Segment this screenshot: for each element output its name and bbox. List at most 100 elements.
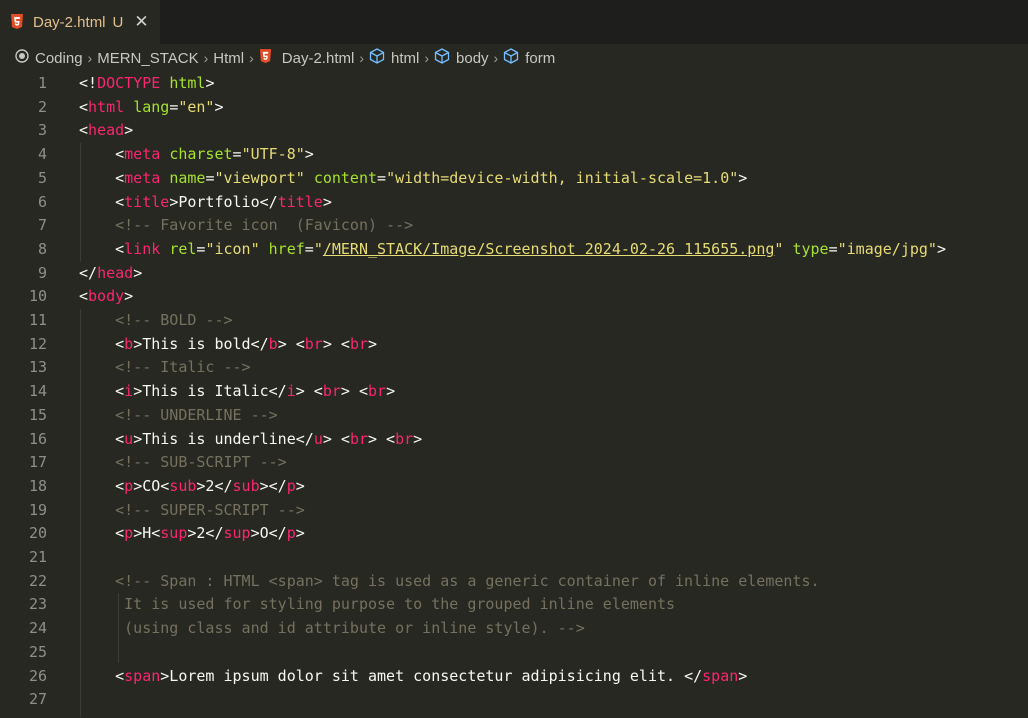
code-content: <meta charset="UTF-8"> (79, 143, 314, 167)
line-number: 1 (37, 74, 47, 92)
code-line[interactable]: 27 (0, 688, 1028, 712)
code-tag: sub (169, 476, 197, 495)
code-content: <link rel="icon" href="/MERN_STACK/Image… (79, 238, 946, 262)
close-icon[interactable]: ✕ (134, 12, 148, 32)
breadcrumb-label: form (525, 49, 556, 67)
line-number: 19 (28, 500, 47, 519)
breadcrumb-item-html-folder[interactable]: Html (213, 50, 244, 67)
code-line[interactable]: 9 </head> (0, 262, 1028, 286)
code-line[interactable]: 21 (0, 546, 1028, 570)
breadcrumb-item-mern-stack[interactable]: MERN_STACK (97, 50, 198, 67)
line-number: 20 (28, 524, 47, 543)
code-line[interactable]: 15 <!-- UNDERLINE --> (0, 404, 1028, 428)
code-line[interactable]: 18 <p>CO<sub>2</sub></p> (0, 475, 1028, 499)
code-tag: meta (124, 145, 161, 164)
code-comment: <!-- Favorite icon (Favicon) --> (79, 216, 414, 235)
line-number: 14 (28, 382, 47, 401)
code-tag: sup (223, 524, 251, 543)
code-string: "UTF-8" (241, 145, 305, 164)
code-tag: sup (160, 524, 188, 543)
cube-icon (369, 48, 385, 68)
breadcrumb-item-coding[interactable]: Coding (15, 49, 83, 67)
code-tag: i (124, 382, 134, 401)
line-number: 9 (37, 263, 47, 282)
code-text: < (79, 334, 125, 353)
line-number: 11 (28, 311, 47, 329)
code-line[interactable]: 16 <u>This is underline</u> <br> <br> (0, 428, 1028, 452)
code-tag: head (88, 121, 125, 140)
code-editor[interactable]: 1 <!DOCTYPE html> 2 <html lang="en"> 3 <head>… (0, 72, 1028, 718)
code-text: < (79, 666, 125, 685)
code-tag: p (286, 524, 296, 543)
code-tag: p (286, 476, 296, 495)
code-line[interactable]: 26 <span>Lorem ipsum dolor sit amet cons… (0, 665, 1028, 689)
code-line[interactable]: 10 <body> (0, 285, 1028, 309)
code-text: > (295, 476, 305, 495)
breadcrumb-item-file[interactable]: Day-2.html (259, 48, 355, 68)
code-line[interactable]: 3 <head> (0, 119, 1028, 143)
code-content: <!DOCTYPE html> (79, 72, 214, 96)
code-line[interactable]: 8 <link rel="icon" href="/MERN_STACK/Ima… (0, 238, 1028, 262)
code-tag: p (124, 524, 134, 543)
code-line[interactable]: 6 <title>Portfolio</title> (0, 191, 1028, 215)
code-text: > (738, 666, 748, 685)
line-number: 13 (28, 358, 47, 377)
code-line[interactable]: 22 <!-- Span : HTML <span> tag is used a… (0, 570, 1028, 594)
code-string: "width=device-width, initial-scale=1.0" (386, 168, 739, 187)
code-line[interactable]: 14 <i>This is Italic</i> <br> <br> (0, 380, 1028, 404)
code-text: < (79, 287, 89, 306)
line-number: 12 (28, 334, 47, 353)
code-tag: title (124, 192, 170, 211)
code-text: > (368, 334, 378, 353)
code-tag: b (268, 334, 278, 353)
code-tag: meta (124, 168, 161, 187)
code-line[interactable]: 7 <!-- Favorite icon (Favicon) --> (0, 214, 1028, 238)
code-text: > (386, 382, 396, 401)
code-content: <head> (79, 119, 133, 143)
tab-day-2-html[interactable]: Day-2.html U ✕ (0, 0, 160, 44)
line-number: 26 (28, 666, 47, 685)
line-number: 24 (28, 619, 47, 638)
code-text: ></ (259, 476, 287, 495)
code-string: " (313, 239, 323, 258)
code-line[interactable]: 12 <b>This is bold</b> <br> <br> (0, 333, 1028, 357)
breadcrumb-item-body-element[interactable]: body (434, 48, 489, 68)
code-line[interactable]: 1 <!DOCTYPE html> (0, 72, 1028, 96)
code-line[interactable]: 17 <!-- SUB-SCRIPT --> (0, 451, 1028, 475)
code-line[interactable]: 25 (0, 641, 1028, 665)
code-attribute: type (792, 239, 829, 258)
code-line[interactable]: 19 <!-- SUPER-SCRIPT --> (0, 499, 1028, 523)
code-tag: DOCTYPE (97, 74, 161, 92)
breadcrumb-item-html-element[interactable]: html (369, 48, 419, 68)
line-number: 2 (37, 97, 47, 116)
code-text: </ (79, 263, 98, 282)
code-line[interactable]: 4 <meta charset="UTF-8"> (0, 143, 1028, 167)
code-content: <!-- BOLD --> (79, 309, 232, 333)
code-line[interactable]: 2 <html lang="en"> (0, 96, 1028, 120)
line-number: 4 (37, 145, 47, 164)
code-text: > (295, 524, 305, 543)
code-line[interactable]: 23 It is used for styling purpose to the… (0, 593, 1028, 617)
code-comment: (using class and id attribute or inline … (79, 619, 585, 638)
code-tag: u (124, 429, 134, 448)
code-line[interactable]: 5 <meta name="viewport" content="width=d… (0, 167, 1028, 191)
breadcrumb-item-form-element[interactable]: form (503, 48, 555, 68)
line-number: 17 (28, 453, 47, 472)
code-line[interactable]: 11 <!-- BOLD --> (0, 309, 1028, 333)
code-attribute: rel (169, 239, 197, 258)
code-attribute: name (169, 168, 206, 187)
html5-icon (259, 48, 272, 68)
html5-icon (10, 14, 24, 30)
breadcrumb-label: Day-2.html (281, 49, 355, 67)
code-line[interactable]: 20 <p>H<sup>2</sup>O</p> (0, 522, 1028, 546)
cube-icon (503, 48, 519, 68)
code-content: <p>H<sup>2</sup>O</p> (79, 522, 305, 546)
code-line[interactable]: 24 (using class and id attribute or inli… (0, 617, 1028, 641)
code-link[interactable]: /MERN_STACK/Image/Screenshot 2024-02-26 … (323, 240, 775, 258)
code-line[interactable]: 13 <!-- Italic --> (0, 356, 1028, 380)
cube-icon (434, 48, 450, 68)
breadcrumb-label: Html (213, 49, 245, 67)
